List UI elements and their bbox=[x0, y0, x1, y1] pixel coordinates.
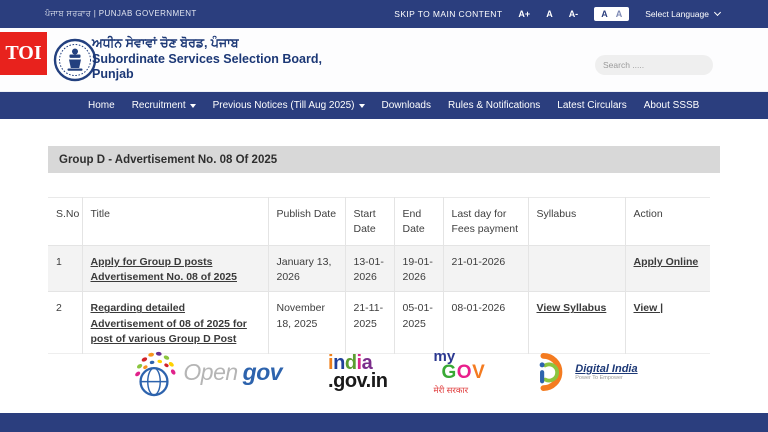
col-header-syllabus: Syllabus bbox=[528, 198, 625, 246]
punjab-government-label: ਪੰਜਾਬ ਸਰਕਾਰ | PUNJAB GOVERNMENT bbox=[0, 9, 197, 19]
mygov-logo-gov: GOV bbox=[442, 364, 486, 382]
india-gov-in-logo[interactable]: india .gov.in bbox=[328, 354, 387, 391]
chevron-down-icon bbox=[714, 9, 721, 16]
mygov-logo-hindi-tagline: मेरी सरकार bbox=[434, 386, 486, 394]
org-title-block: ਅਧੀਨ ਸੇਵਾਵਾਂ ਚੋਣ ਬੋਰਡ, ਪੰਜਾਬ Subordinate… bbox=[92, 35, 322, 82]
nav-item-downloads[interactable]: Downloads bbox=[382, 100, 431, 111]
opengov-logo[interactable]: Opengov bbox=[130, 345, 282, 399]
digital-india-text-block: Digital India Power To Empower bbox=[575, 363, 637, 381]
nav-item-rules-notifications[interactable]: Rules & Notifications bbox=[448, 100, 540, 111]
contrast-toggle[interactable]: A A bbox=[594, 7, 629, 21]
org-title-english-line1: Subordinate Services Selection Board, bbox=[92, 52, 322, 67]
government-top-bar: ਪੰਜਾਬ ਸਰਕਾਰ | PUNJAB GOVERNMENT SKIP TO … bbox=[0, 0, 768, 28]
advertisement-title-link[interactable]: Regarding detailed Advertisement of 08 o… bbox=[91, 302, 247, 344]
org-title-punjabi: ਅਧੀਨ ਸੇਵਾਵਾਂ ਚੋਣ ਬੋਰਡ, ਪੰਜਾਬ bbox=[92, 35, 322, 52]
col-header-title: Title bbox=[82, 198, 268, 246]
cell-last-day-fees: 21-01-2026 bbox=[443, 246, 528, 292]
view-syllabus-link[interactable]: View Syllabus bbox=[537, 302, 607, 314]
col-header-end-date: End Date bbox=[394, 198, 443, 246]
digital-india-name: Digital India bbox=[575, 363, 637, 375]
col-header-publish-date: Publish Date bbox=[268, 198, 345, 246]
chevron-down-icon bbox=[359, 104, 365, 108]
nav-item-latest-circulars[interactable]: Latest Circulars bbox=[557, 100, 626, 111]
advertisements-table: S.No Title Publish Date Start Date End D… bbox=[48, 197, 710, 354]
accessibility-controls: SKIP TO MAIN CONTENT A+ A A- A A Select … bbox=[394, 7, 768, 21]
site-header: ਅਧੀਨ ਸੇਵਾਵਾਂ ਚੋਣ ਬੋਰਡ, ਪੰਜਾਬ Subordinate… bbox=[0, 28, 768, 92]
cell-publish-date: January 13, 2026 bbox=[268, 246, 345, 292]
digital-india-logo[interactable]: Digital India Power To Empower bbox=[531, 350, 637, 394]
cell-sno: 1 bbox=[48, 246, 82, 292]
nav-item-previous-notices[interactable]: Previous Notices (Till Aug 2025) bbox=[213, 100, 365, 111]
col-header-action: Action bbox=[625, 198, 710, 246]
india-logo-domain: .gov.in bbox=[328, 372, 387, 390]
opengov-logo-text-open: Open bbox=[183, 359, 237, 386]
punjab-emblem-logo bbox=[53, 37, 97, 88]
advertisement-title-link[interactable]: Apply for Group D posts Advertisement No… bbox=[91, 256, 237, 283]
contrast-dark-option[interactable]: A bbox=[601, 9, 608, 19]
opengov-globe-icon bbox=[130, 345, 178, 399]
cell-syllabus bbox=[528, 246, 625, 292]
font-size-increase-button[interactable]: A+ bbox=[518, 9, 530, 19]
footer-bar bbox=[0, 413, 768, 432]
col-header-start-date: Start Date bbox=[345, 198, 394, 246]
org-title-english-line2: Punjab bbox=[92, 67, 322, 82]
nav-item-home[interactable]: Home bbox=[88, 100, 115, 111]
font-size-normal-button[interactable]: A bbox=[546, 9, 553, 19]
opengov-logo-text-gov: gov bbox=[243, 359, 282, 386]
cell-end-date: 19-01-2026 bbox=[394, 246, 443, 292]
chevron-down-icon bbox=[190, 104, 196, 108]
language-selector[interactable]: Select Language bbox=[645, 9, 720, 19]
mygov-logo[interactable]: my GOV मेरी सरकार bbox=[434, 350, 486, 394]
font-size-decrease-button[interactable]: A- bbox=[569, 9, 579, 19]
search-box[interactable] bbox=[595, 55, 713, 75]
main-navigation: Home Recruitment Previous Notices (Till … bbox=[0, 92, 768, 119]
page-title: Group D - Advertisement No. 08 Of 2025 bbox=[48, 146, 720, 173]
language-selector-label: Select Language bbox=[645, 9, 709, 19]
apply-online-link[interactable]: Apply Online bbox=[634, 256, 699, 268]
footer-partner-logos: Opengov india .gov.in my GOV मेरी सरकार … bbox=[48, 340, 720, 404]
digital-india-d-icon bbox=[531, 350, 569, 394]
view-link[interactable]: View | bbox=[634, 302, 664, 314]
search-input[interactable] bbox=[603, 60, 714, 70]
skip-to-main-content-link[interactable]: SKIP TO MAIN CONTENT bbox=[394, 9, 502, 19]
contrast-light-option[interactable]: A bbox=[616, 9, 623, 19]
col-header-last-day-fees: Last day for Fees payment bbox=[443, 198, 528, 246]
nav-item-recruitment[interactable]: Recruitment bbox=[132, 100, 196, 111]
nav-item-about-sssb[interactable]: About SSSB bbox=[644, 100, 700, 111]
col-header-sno: S.No bbox=[48, 198, 82, 246]
table-header-row: S.No Title Publish Date Start Date End D… bbox=[48, 198, 710, 246]
digital-india-tagline: Power To Empower bbox=[575, 375, 637, 381]
toi-watermark-label: TOI bbox=[5, 42, 41, 65]
toi-watermark-logo: TOI bbox=[0, 32, 47, 75]
table-row: 1 Apply for Group D posts Advertisement … bbox=[48, 246, 710, 292]
cell-start-date: 13-01-2026 bbox=[345, 246, 394, 292]
